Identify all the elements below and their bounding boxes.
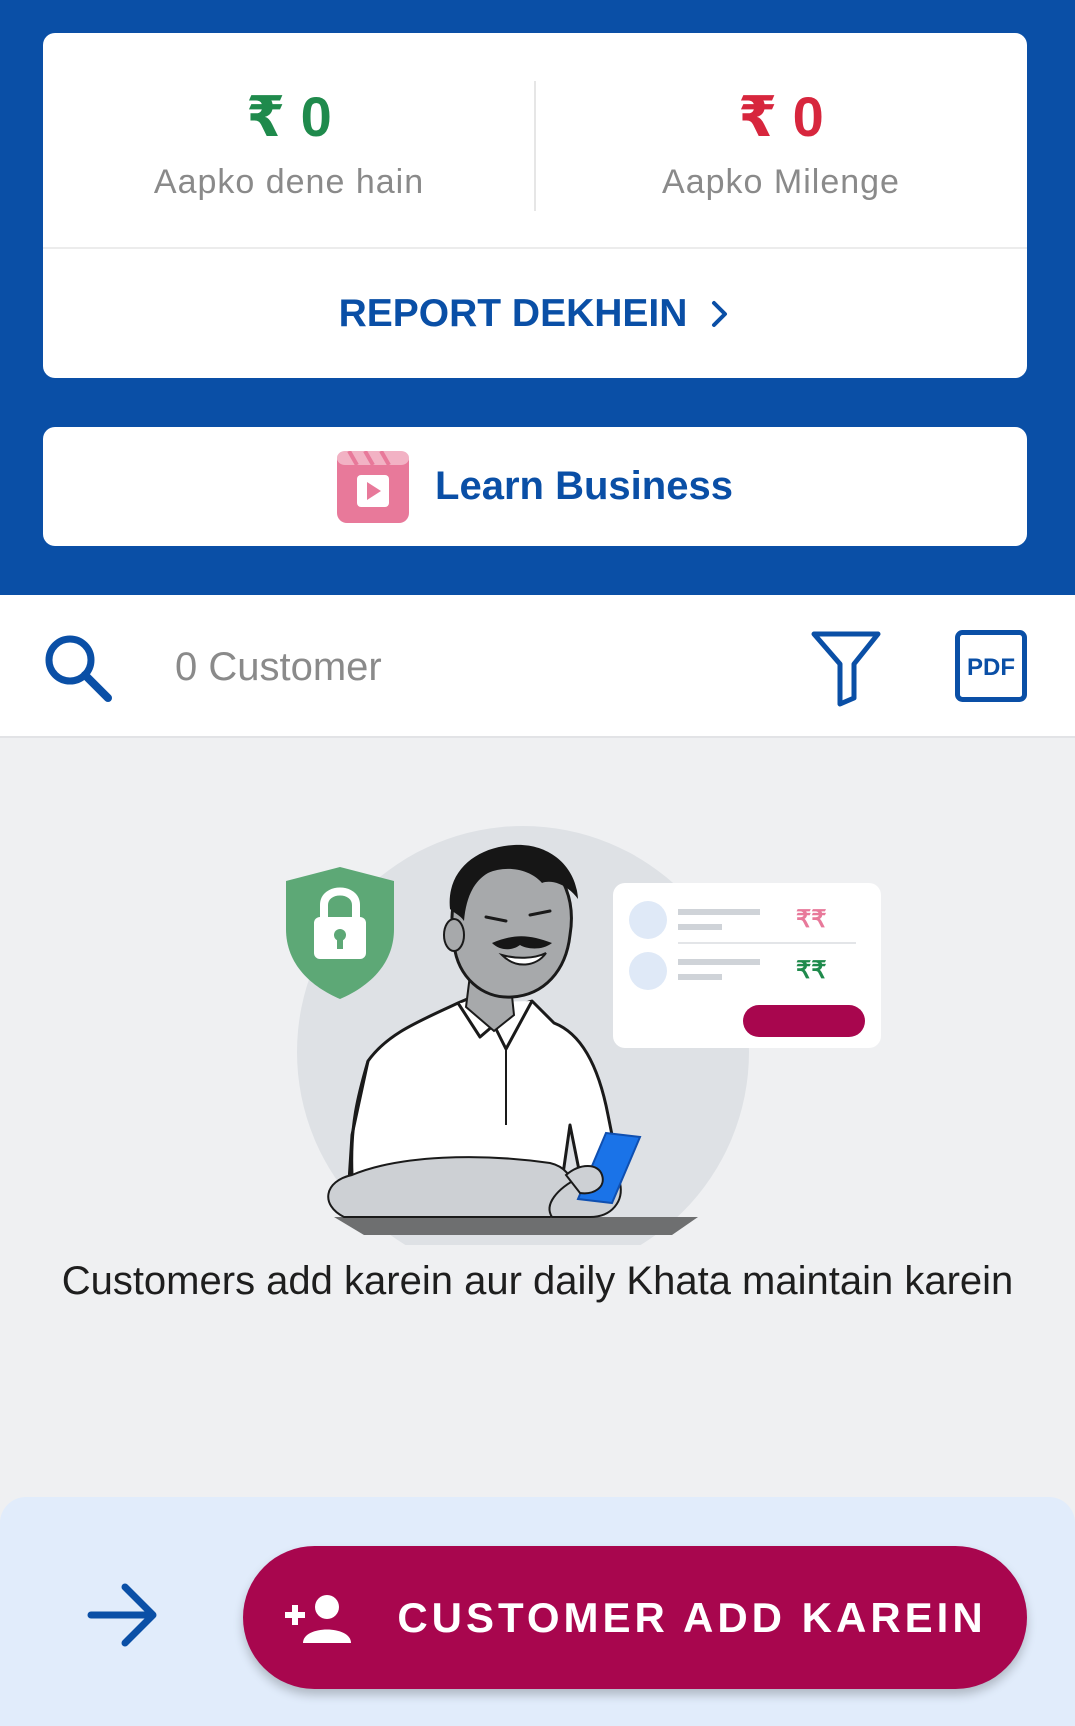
learn-business-label: Learn Business bbox=[435, 464, 733, 508]
report-label: REPORT DEKHEIN bbox=[338, 291, 688, 335]
search-icon[interactable] bbox=[40, 630, 116, 706]
customer-add-button[interactable]: CUSTOMER ADD KAREIN bbox=[243, 1546, 1027, 1689]
summary-divider bbox=[534, 81, 536, 211]
customer-search-bar: 0 Customer PDF bbox=[0, 595, 1075, 738]
receivable-summary[interactable]: ₹ 0 Aapko Milenge bbox=[535, 33, 1027, 248]
balance-summary-card: ₹ 0 Aapko dene hain ₹ 0 Aapko Milenge RE… bbox=[43, 33, 1027, 378]
svg-text:₹₹: ₹₹ bbox=[796, 906, 827, 933]
receivable-label: Aapko Milenge bbox=[662, 163, 900, 201]
report-dekhein-button[interactable]: REPORT DEKHEIN bbox=[43, 249, 1027, 378]
svg-text:₹₹: ₹₹ bbox=[796, 957, 827, 984]
chevron-right-icon bbox=[712, 300, 728, 327]
payable-label: Aapko dene hain bbox=[153, 163, 425, 201]
add-person-icon bbox=[285, 1594, 352, 1643]
shopkeeper-with-phone-illustration: ₹₹ ₹₹ bbox=[286, 826, 881, 1245]
learn-business-button[interactable]: Learn Business bbox=[43, 427, 1027, 546]
pdf-export-icon[interactable]: PDF bbox=[955, 630, 1027, 702]
arrow-right-icon[interactable] bbox=[85, 1577, 161, 1653]
payable-amount: ₹ 0 bbox=[246, 85, 332, 148]
empty-state-message: Customers add karein aur daily Khata mai… bbox=[61, 1259, 1014, 1303]
bottom-action-bar: CUSTOMER ADD KAREIN bbox=[0, 1497, 1075, 1726]
payable-summary[interactable]: ₹ 0 Aapko dene hain bbox=[43, 33, 535, 248]
filter-icon[interactable] bbox=[810, 628, 882, 708]
customer-add-label: CUSTOMER ADD KAREIN bbox=[397, 1593, 987, 1641]
ledger-card: ₹₹ ₹₹ bbox=[613, 883, 881, 1048]
pdf-icon-label: PDF bbox=[967, 654, 1015, 681]
customer-count[interactable]: 0 Customer bbox=[175, 645, 382, 690]
receivable-amount: ₹ 0 bbox=[738, 85, 824, 148]
video-play-icon bbox=[337, 450, 410, 523]
